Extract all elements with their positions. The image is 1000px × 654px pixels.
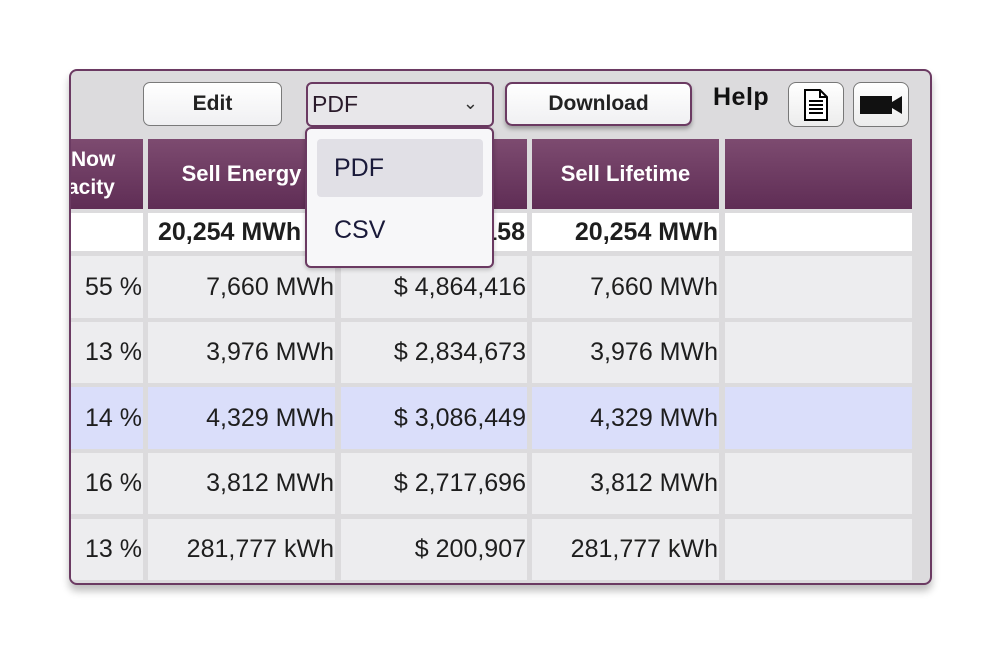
header-empty [725,139,912,209]
summary-extra [725,213,912,251]
dropdown-option-pdf[interactable]: PDF [317,139,483,197]
help-document-button[interactable] [788,82,844,127]
table-cell-extra [725,453,912,514]
header-capacity[interactable]: Now acity [71,139,143,209]
table-cell-sell-energy: 4,329 MWh [148,387,335,449]
dropdown-option-csv[interactable]: CSV [317,201,483,259]
table-cell-sell-value: $ 200,907 [341,519,527,580]
table-cell-sell-lifetime: 281,777 kWh [532,519,719,580]
header-sell-lifetime[interactable]: Sell Lifetime [532,139,719,209]
table-cell-sell-energy: 281,777 kWh [148,519,335,580]
table-cell-extra [725,256,912,318]
table-cell-sell-energy: 3,812 MWh [148,453,335,514]
table-cell-sell-lifetime: 3,812 MWh [532,453,719,514]
table-cell-capacity: 14 % [71,387,143,449]
help-label: Help [713,83,770,111]
table-cell-sell-lifetime: 3,976 MWh [532,322,719,383]
table-cell-capacity: 13 % [71,322,143,383]
table-cell-capacity: 55 % [71,256,143,318]
table-cell-sell-value: $ 2,834,673 [341,322,527,383]
download-button[interactable]: Download [505,82,692,126]
format-select-value: PDF [312,91,358,117]
table-cell-extra [725,387,912,449]
table-cell-capacity: 13 % [71,519,143,580]
table-cell-extra [725,519,912,580]
table-cell-sell-value: $ 3,086,449 [341,387,527,449]
table-cell-sell-energy: 3,976 MWh [148,322,335,383]
help-video-button[interactable] [853,82,909,127]
table-cell-sell-value: $ 2,717,696 [341,453,527,514]
table-cell-extra [725,322,912,383]
format-dropdown-menu: PDF CSV [305,127,494,268]
chevron-down-icon: ⌄ [462,93,478,113]
summary-capacity [71,213,143,251]
table-cell-sell-lifetime: 7,660 MWh [532,256,719,318]
format-select[interactable]: PDF ⌄ [306,82,494,127]
table-cell-capacity: 16 % [71,453,143,514]
table-cell-sell-lifetime: 4,329 MWh [532,387,719,449]
edit-button[interactable]: Edit [143,82,282,126]
summary-sell-lifetime: 20,254 MWh [532,213,719,251]
document-icon [804,88,828,121]
video-camera-icon [860,95,902,114]
report-panel: Edit PDF ⌄ Download Help Now acity Sell … [69,69,932,585]
